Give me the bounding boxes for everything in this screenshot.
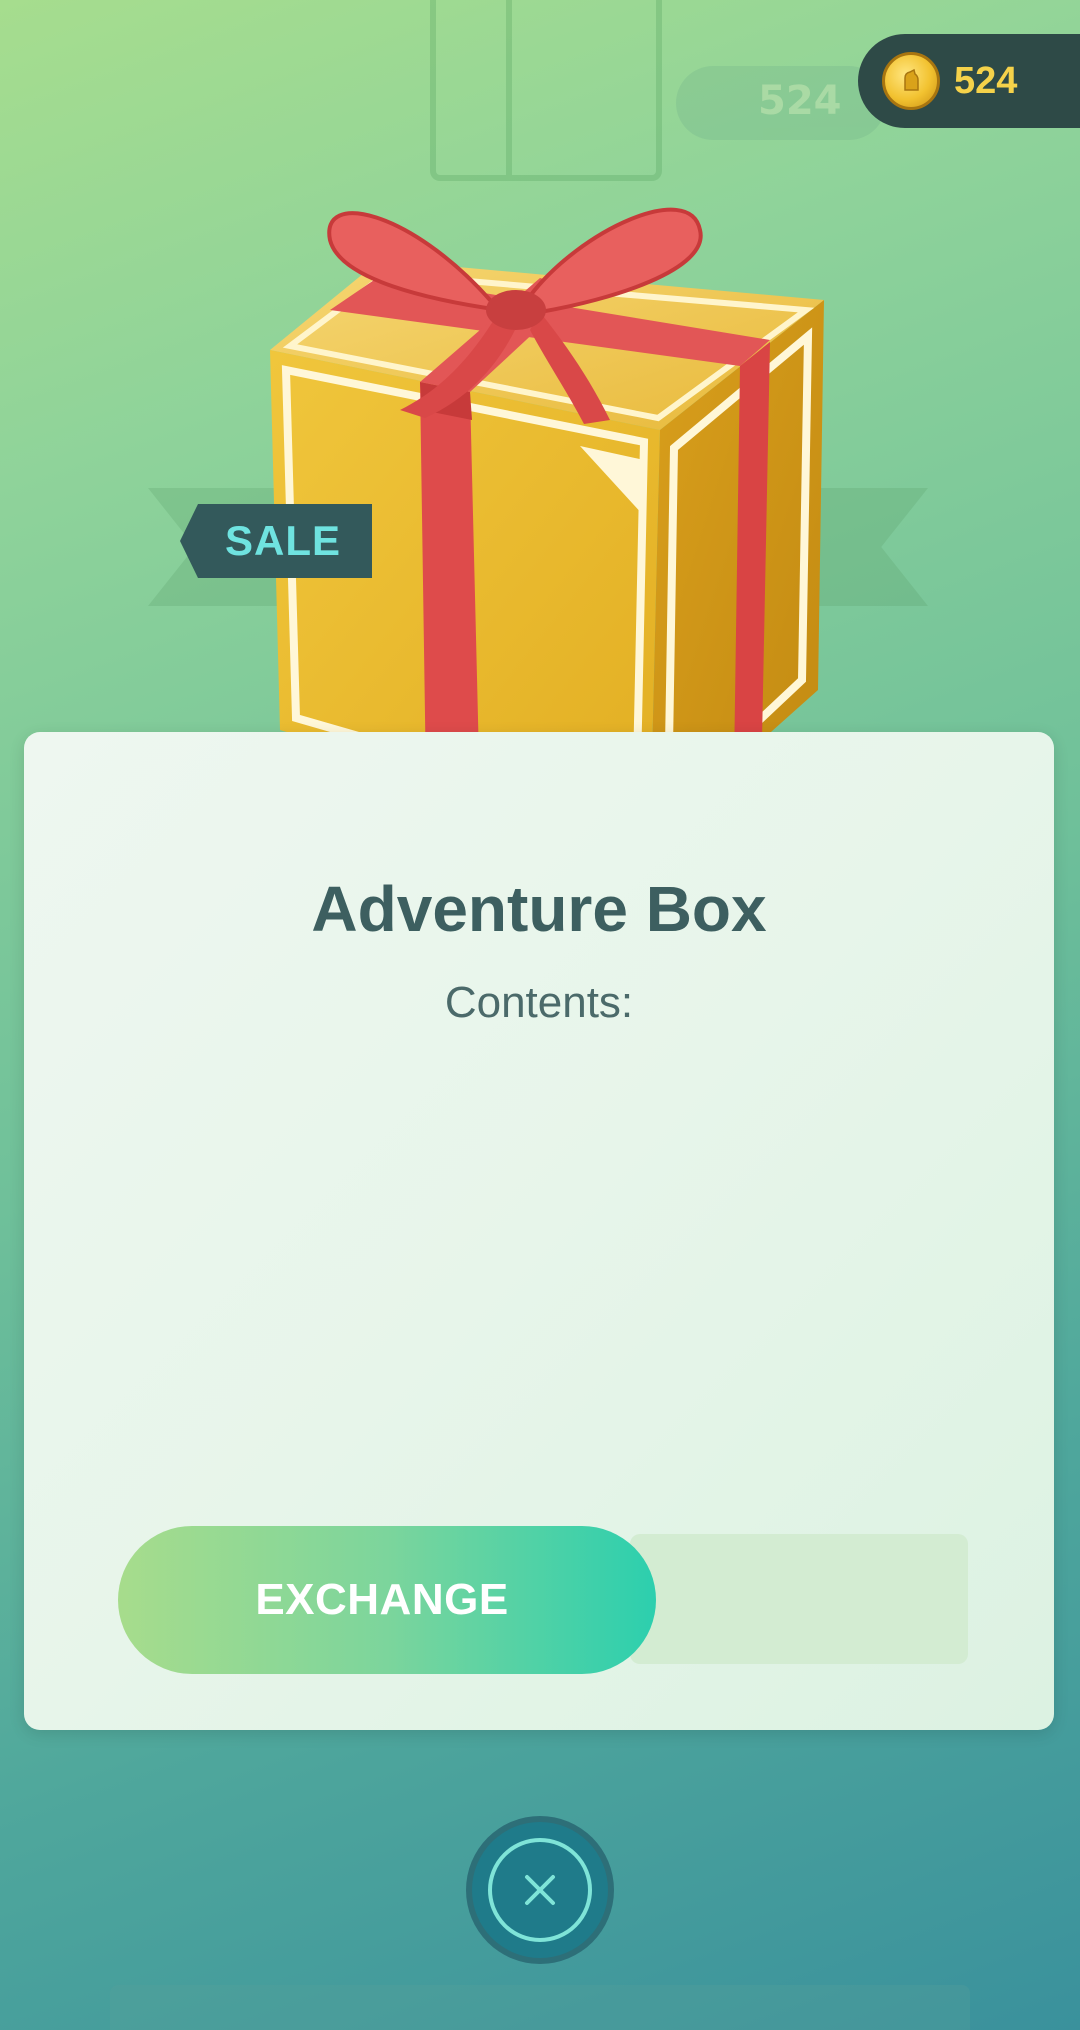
background-coin-counter: 524 xyxy=(676,66,886,140)
sale-label: SALE xyxy=(224,517,341,564)
sale-tag: SALE xyxy=(180,504,372,578)
pokecoin-icon xyxy=(882,52,940,110)
item-detail-card: Adventure Box Contents: EXCHANGE xyxy=(24,732,1054,1730)
background-coin-amount: 524 xyxy=(758,78,842,124)
coin-counter[interactable]: 524 xyxy=(858,34,1080,128)
close-icon xyxy=(525,1875,555,1905)
close-button-ring xyxy=(488,1838,592,1942)
coin-amount: 524 xyxy=(954,59,1018,102)
exchange-button-label: EXCHANGE xyxy=(255,1575,509,1624)
item-title: Adventure Box xyxy=(311,873,767,945)
background-bottom-strip xyxy=(110,1985,970,2030)
exchange-button[interactable]: EXCHANGE xyxy=(118,1526,656,1674)
background-box-icon xyxy=(430,0,662,181)
shop-item-modal-screen: 524 524 SALE Adventure Box Contents: EXC… xyxy=(0,0,1080,2030)
contents-label: Contents: xyxy=(444,978,634,1027)
close-button[interactable] xyxy=(472,1822,608,1958)
exchange-button-track xyxy=(630,1534,968,1664)
